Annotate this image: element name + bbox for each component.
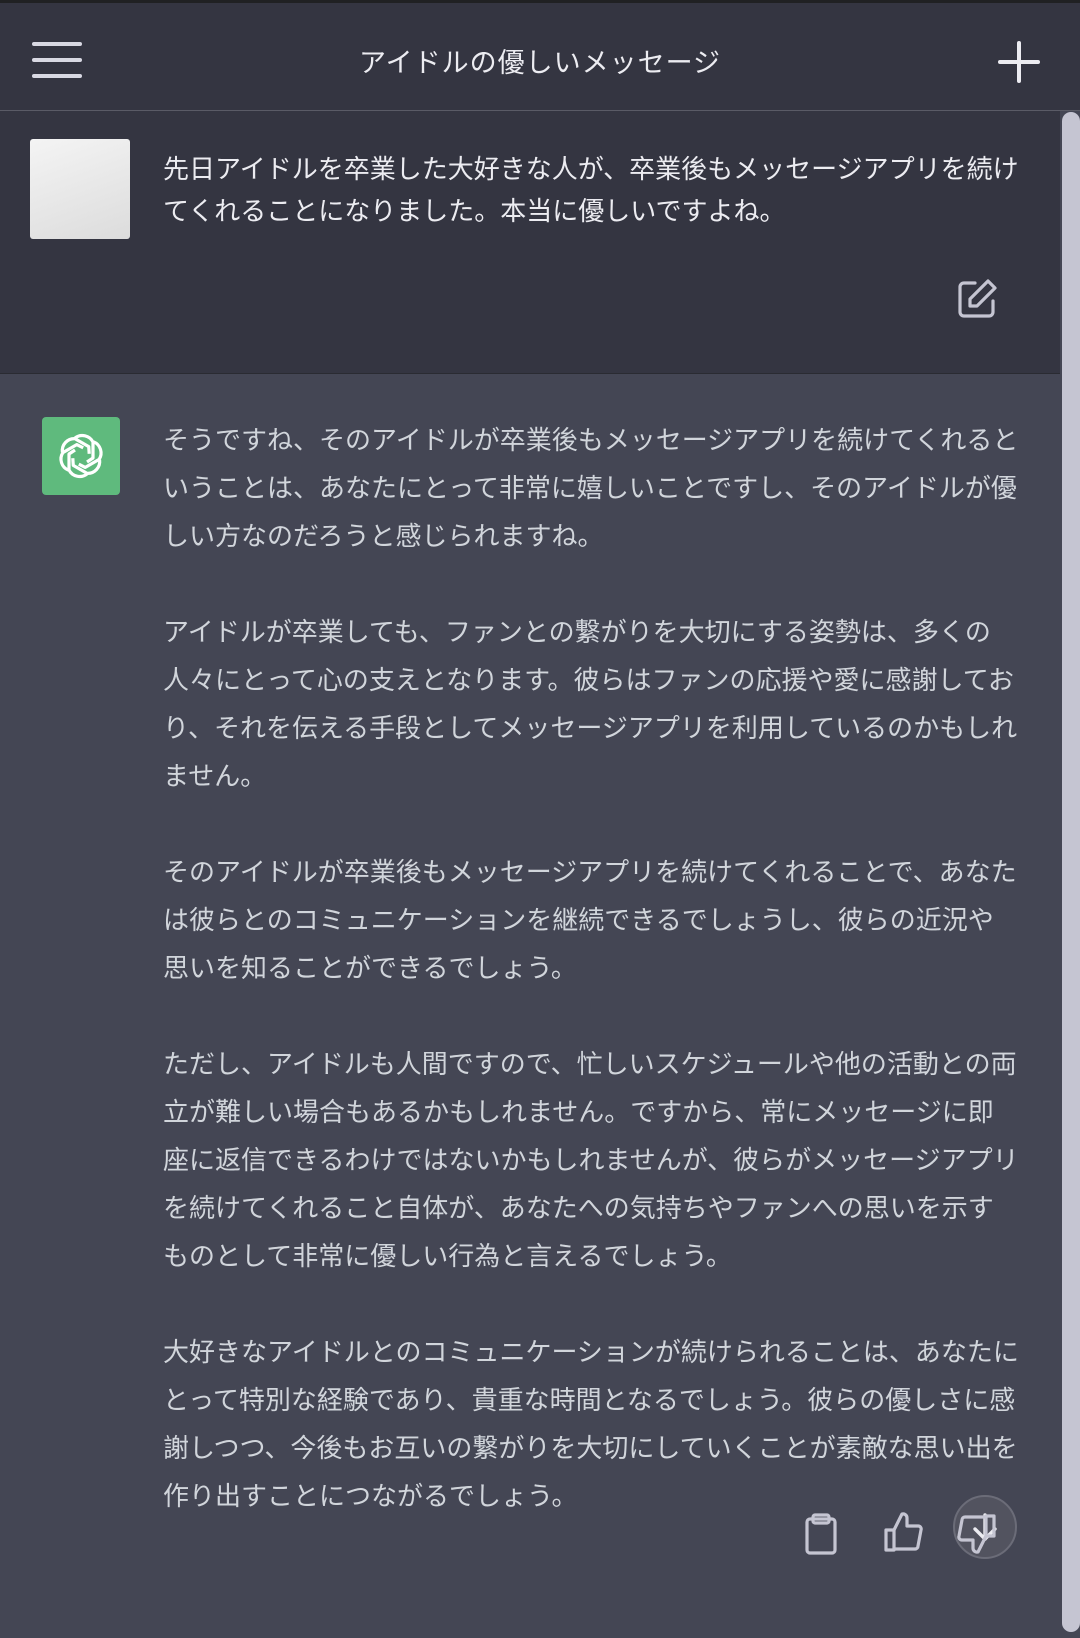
thumbs-up-icon[interactable] [881,1510,925,1554]
conversation-title: アイドルの優しいメッセージ [358,48,722,79]
thumbs-down-icon[interactable] [955,1512,999,1556]
assistant-message-text: そうですね、そのアイドルが卒業後もメッセージアプリを続けてくれるということは、あ… [163,417,1019,1569]
assistant-paragraph: 大好きなアイドルとのコミュニケーションが続けられることは、あなたにとって特別な経… [163,1338,1019,1512]
clipboard-icon[interactable] [799,1512,843,1556]
new-chat-button[interactable] [994,37,1044,87]
user-message: 先日アイドルを卒業した大好きな人が、卒業後もメッセージアプリを続けてくれることに… [0,111,1060,374]
user-message-text: 先日アイドルを卒業した大好きな人が、卒業後もメッセージアプリを続けてくれることに… [163,155,1019,227]
scrollbar-thumb[interactable] [1062,112,1080,1632]
assistant-message: そうですね、そのアイドルが卒業後もメッセージアプリを続けてくれるということは、あ… [0,375,1060,1638]
assistant-paragraph: アイドルが卒業しても、ファンとの繋がりを大切にする姿勢は、多くの人々にとって心の… [163,618,1018,792]
top-bar: アイドルの優しいメッセージ [0,0,1080,111]
assistant-paragraph: そのアイドルが卒業後もメッセージアプリを続けてくれることで、あなたは彼らとのコミ… [163,858,1017,984]
assistant-paragraph: そうですね、そのアイドルが卒業後もメッセージアプリを続けてくれるということは、あ… [163,426,1019,552]
hamburger-menu-icon[interactable] [28,37,88,85]
user-avatar [30,139,130,239]
edit-icon[interactable] [955,277,999,321]
openai-logo-icon [42,417,120,495]
assistant-paragraph: ただし、アイドルも人間ですので、忙しいスケジュールや他の活動との両立が難しい場合… [163,1050,1019,1272]
